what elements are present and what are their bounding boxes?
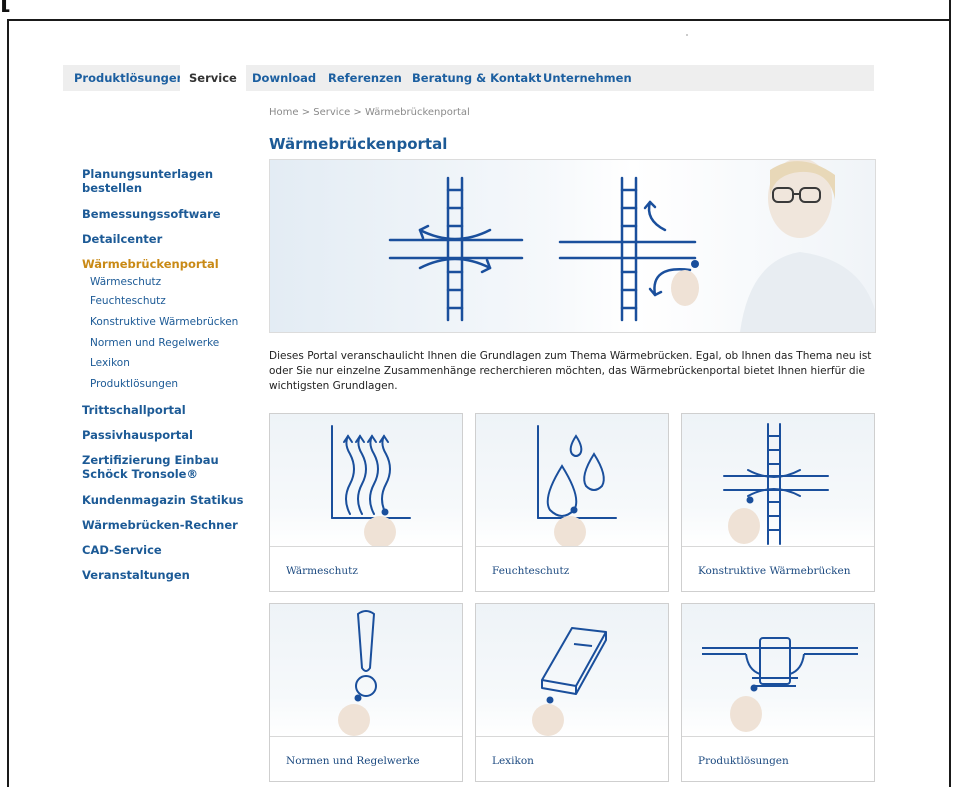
card-produktloesungen[interactable]: Produktlösungen — [681, 603, 875, 782]
sidebar-item-veranstaltungen[interactable]: Veranstaltungen — [82, 568, 190, 582]
card-image — [270, 604, 462, 737]
nav-item-download[interactable]: Download — [243, 65, 325, 91]
thermal-bridge-icon — [723, 423, 829, 545]
window-frame-left — [7, 19, 9, 787]
sidebar-item-waermebrueckenportal[interactable]: Wärmebrückenportal — [82, 257, 219, 271]
nav-item-beratung-kontakt[interactable]: Beratung & Kontakt — [403, 65, 550, 91]
card-image — [476, 604, 668, 737]
product-icon — [702, 637, 858, 732]
window-title-fragment: [ — [0, 0, 12, 15]
card-label: Konstruktive Wärmebrücken — [698, 565, 851, 577]
card-image — [682, 604, 874, 737]
main-navigation: Produktlösungen Service Download Referen… — [63, 65, 874, 91]
sidebar-item-planungsunterlagen[interactable]: Planungsunterlagen bestellen — [82, 167, 232, 195]
hero-image — [269, 159, 876, 333]
card-image — [270, 414, 462, 547]
card-label: Normen und Regelwerke — [286, 755, 420, 767]
sidebar-item-bemessungssoftware[interactable]: Bemessungssoftware — [82, 207, 221, 221]
sidebar-item-trittschallportal[interactable]: Trittschallportal — [82, 403, 186, 417]
breadcrumb[interactable]: Home > Service > Wärmebrückenportal — [269, 107, 470, 118]
card-label: Lexikon — [492, 755, 534, 767]
sidebar-subitem-waermeschutz[interactable]: Wärmeschutz — [90, 276, 161, 288]
window-frame-top — [7, 19, 951, 21]
nav-item-produktloesungen[interactable]: Produktlösungen — [65, 65, 194, 91]
thermal-bridge-illustration — [388, 160, 875, 332]
intro-text: Dieses Portal veranschaulicht Ihnen die … — [269, 350, 872, 392]
window-frame-right — [949, 0, 951, 787]
card-label: Feuchteschutz — [492, 565, 570, 577]
card-label: Produktlösungen — [698, 755, 789, 767]
sidebar-item-passivhausportal[interactable]: Passivhausportal — [82, 428, 193, 442]
page-title: Wärmebrückenportal — [269, 135, 448, 153]
sidebar-subitem-feuchteschutz[interactable]: Feuchteschutz — [90, 295, 166, 307]
card-konstruktive-waermebruecken[interactable]: Konstruktive Wärmebrücken — [681, 413, 875, 592]
sidebar-item-detailcenter[interactable]: Detailcenter — [82, 232, 162, 246]
sidebar-item-waermebruecken-rechner[interactable]: Wärmebrücken-Rechner — [82, 518, 238, 532]
card-image — [682, 414, 874, 547]
sidebar-item-kundenmagazin[interactable]: Kundenmagazin Statikus — [82, 493, 244, 507]
card-image — [476, 414, 668, 547]
card-label: Wärmeschutz — [286, 565, 358, 577]
sidebar-subitem-konstruktive-waermebruecken[interactable]: Konstruktive Wärmebrücken — [90, 316, 238, 328]
card-waermeschutz[interactable]: Wärmeschutz — [269, 413, 463, 592]
water-drops-icon — [537, 425, 617, 546]
sidebar-subitem-produktloesungen[interactable]: Produktlösungen — [90, 378, 178, 390]
browser-tab-strip: [ — [0, 0, 954, 19]
nav-item-referenzen[interactable]: Referenzen — [319, 65, 411, 91]
card-lexikon[interactable]: Lexikon — [475, 603, 669, 782]
heat-waves-icon — [331, 425, 411, 546]
sidebar-item-cad-service[interactable]: CAD-Service — [82, 543, 162, 557]
card-feuchteschutz[interactable]: Feuchteschutz — [475, 413, 669, 592]
decorative-dot — [686, 34, 688, 36]
card-normen-regelwerke[interactable]: Normen und Regelwerke — [269, 603, 463, 782]
sidebar-subitem-normen[interactable]: Normen und Regelwerke — [90, 337, 219, 349]
sidebar-subitem-lexikon[interactable]: Lexikon — [90, 357, 130, 369]
nav-item-unternehmen[interactable]: Unternehmen — [534, 65, 641, 91]
nav-item-service[interactable]: Service — [180, 65, 246, 91]
sidebar-item-zertifizierung[interactable]: Zertifizierung Einbau Schöck Tronsole® — [82, 453, 242, 481]
exclamation-icon — [338, 610, 377, 736]
book-icon — [532, 627, 607, 736]
